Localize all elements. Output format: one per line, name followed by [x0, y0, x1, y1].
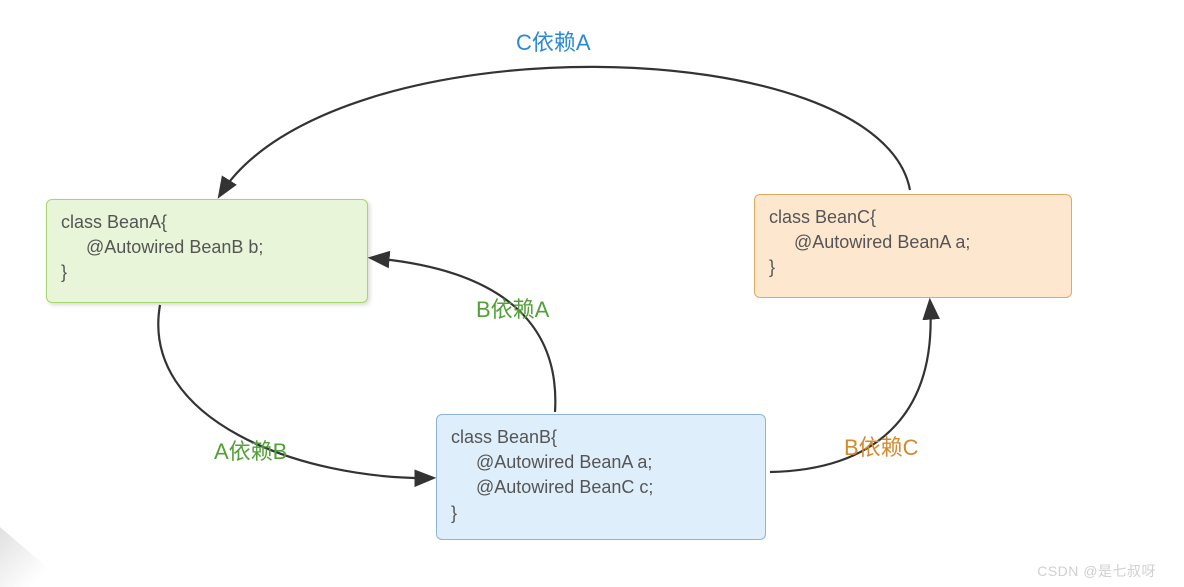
corner-shadow [0, 527, 70, 587]
edge-label-c-to-a: C依赖A [516, 25, 591, 57]
node-bean-c: class BeanC{ @Autowired BeanA a; } [754, 194, 1072, 298]
node-bean-b: class BeanB{ @Autowired BeanA a; @Autowi… [436, 414, 766, 540]
arrow-b-to-a [372, 258, 555, 412]
watermark: CSDN @是七叔呀 [1037, 561, 1156, 581]
node-bean-a: class BeanA{ @Autowired BeanB b; } [46, 199, 368, 303]
edge-label-b-to-c: B依赖C [844, 430, 919, 462]
arrow-a-to-b [158, 305, 432, 478]
edge-label-b-to-a: B依赖A [476, 292, 549, 324]
edge-label-a-to-b: A依赖B [214, 434, 287, 466]
arrow-c-to-a [220, 67, 910, 195]
